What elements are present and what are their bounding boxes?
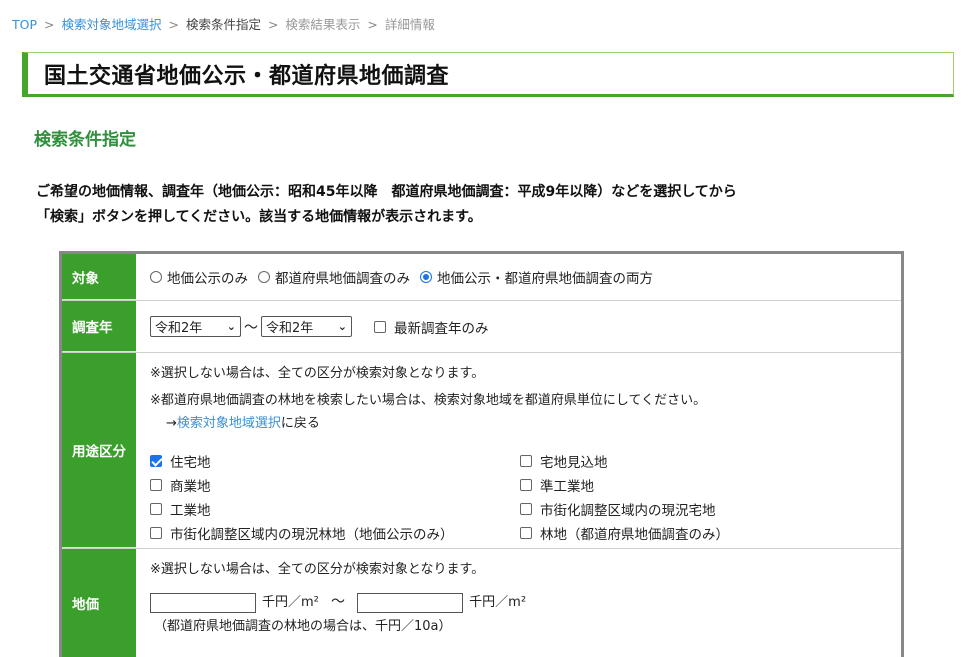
page-title-box: 国土交通省地価公示・都道府県地価調査 <box>22 52 954 97</box>
checkbox-label: 住宅地 <box>170 455 211 471</box>
price-unit: 千円／m² <box>262 595 319 610</box>
use-checkbox-adjustment-forest[interactable]: 市街化調整区域内の現況林地（地価公示のみ） <box>150 523 520 543</box>
use-checkbox-commercial[interactable]: 商業地 <box>150 475 520 495</box>
use-controls: ※選択しない場合は、全ての区分が検索対象となります。 ※都道府県地価調査の林地を… <box>136 353 901 548</box>
breadcrumb-results: 検索結果表示 <box>285 17 361 32</box>
back-to-area-line: →検索対象地域選択に戻る <box>150 412 901 431</box>
year-controls: 令和2年 ⌄ 〜 令和2年 ⌄ 最新調査年のみ <box>136 301 901 352</box>
target-label: 対象 <box>62 254 136 300</box>
use-options-grid: 住宅地 宅地見込地 商業地 準工業地 工業地 市街化調整区域内の現況宅地 市街化… <box>150 451 901 543</box>
target-radio-koji[interactable]: 地価公示のみ <box>150 267 248 287</box>
back-to-area-link[interactable]: 検索対象地域選択 <box>177 416 281 431</box>
breadcrumb-current: 検索条件指定 <box>185 17 261 32</box>
radio-selected-icon <box>420 271 432 283</box>
use-note-1: ※選択しない場合は、全ての区分が検索対象となります。 <box>150 366 485 381</box>
intro-text: ご希望の地価情報、調査年（地価公示：昭和45年以降 都道府県地価調査：平成9年以… <box>36 180 737 230</box>
target-options: 地価公示のみ 都道府県地価調査のみ 地価公示・都道府県地価調査の両方 <box>136 254 901 300</box>
page-title: 国土交通省地価公示・都道府県地価調査 <box>44 63 450 89</box>
checkbox-icon <box>520 479 532 491</box>
breadcrumb-top-link[interactable]: TOP <box>12 17 37 32</box>
use-checkbox-industrial[interactable]: 工業地 <box>150 499 520 519</box>
year-from-value: 令和2年 <box>155 321 203 336</box>
radio-icon <box>258 271 270 283</box>
use-note-2: ※都道府県地価調査の林地を検索したい場合は、検索対象地域を都道府県単位にしてくだ… <box>150 393 707 408</box>
use-label: 用途区分 <box>62 353 136 548</box>
use-row: 用途区分 ※選択しない場合は、全ての区分が検索対象となります。 ※都道府県地価調… <box>62 353 901 549</box>
chevron-down-icon: ⌄ <box>337 320 347 333</box>
year-from-select[interactable]: 令和2年 ⌄ <box>150 316 241 337</box>
checkbox-icon <box>150 479 162 491</box>
checkbox-label: 市街化調整区域内の現況林地（地価公示のみ） <box>170 527 454 543</box>
use-checkbox-forest[interactable]: 林地（都道府県地価調査のみ） <box>520 523 820 543</box>
target-radio-both[interactable]: 地価公示・都道府県地価調査の両方 <box>420 267 653 287</box>
price-range-tilde: 〜 <box>331 594 346 610</box>
search-form-table: 対象 地価公示のみ 都道府県地価調査のみ 地価公示・都道府県地価調査の両方 調査… <box>59 251 904 657</box>
checkbox-label: 最新調査年のみ <box>394 320 489 337</box>
price-row: 地価 ※選択しない場合は、全ての区分が検索対象となります。 千円／m² 〜 千円… <box>62 549 901 657</box>
use-checkbox-adjustment-residential[interactable]: 市街化調整区域内の現況宅地 <box>520 499 820 519</box>
checkbox-label: 林地（都道府県地価調査のみ） <box>540 527 729 543</box>
price-controls: ※選択しない場合は、全ての区分が検索対象となります。 千円／m² 〜 千円／m²… <box>136 549 901 657</box>
year-range-tilde: 〜 <box>244 319 258 336</box>
arrow-right-icon: → <box>166 416 177 431</box>
year-row: 調査年 令和2年 ⌄ 〜 令和2年 ⌄ 最新調査年のみ <box>62 301 901 353</box>
price-forest-note: （都道府県地価調査の林地の場合は、千円／10a） <box>154 618 452 634</box>
price-note: ※選択しない場合は、全ての区分が検索対象となります。 <box>150 562 485 577</box>
checkbox-icon <box>150 503 162 515</box>
checkbox-checked-icon <box>150 455 162 467</box>
checkbox-label: 宅地見込地 <box>540 455 608 471</box>
radio-label: 地価公示のみ <box>167 271 248 287</box>
breadcrumb-separator: > <box>168 17 179 32</box>
radio-label: 地価公示・都道府県地価調査の両方 <box>437 271 653 287</box>
price-to-input[interactable] <box>357 592 464 613</box>
chevron-down-icon: ⌄ <box>226 320 236 333</box>
year-to-value: 令和2年 <box>266 321 314 336</box>
price-label: 地価 <box>62 549 136 657</box>
target-radio-chosa[interactable]: 都道府県地価調査のみ <box>258 267 410 287</box>
breadcrumb-separator: > <box>267 17 279 32</box>
breadcrumb-separator: > <box>367 17 378 32</box>
radio-icon <box>150 271 162 283</box>
checkbox-label: 市街化調整区域内の現況宅地 <box>540 503 716 519</box>
price-from-input[interactable] <box>150 592 256 613</box>
breadcrumb: TOP > 検索対象地域選択 > 検索条件指定 > 検索結果表示 > 詳細情報 <box>12 14 435 33</box>
year-to-select[interactable]: 令和2年 ⌄ <box>261 316 352 337</box>
breadcrumb-area-link[interactable]: 検索対象地域選択 <box>61 17 161 32</box>
breadcrumb-separator: > <box>44 17 55 32</box>
radio-label: 都道府県地価調査のみ <box>275 271 410 287</box>
checkbox-icon <box>150 527 162 539</box>
year-label: 調査年 <box>62 301 136 352</box>
checkbox-icon <box>520 455 532 467</box>
intro-line-2: 「検索」ボタンを押してください。該当する地価情報が表示されます。 <box>36 209 482 225</box>
back-suffix: に戻る <box>280 416 320 431</box>
use-checkbox-prospective[interactable]: 宅地見込地 <box>520 451 820 471</box>
checkbox-label: 商業地 <box>170 479 211 495</box>
use-checkbox-residential[interactable]: 住宅地 <box>150 451 520 471</box>
latest-year-checkbox[interactable]: 最新調査年のみ <box>374 317 489 337</box>
checkbox-label: 工業地 <box>170 503 211 519</box>
checkbox-icon <box>520 503 532 515</box>
price-unit: 千円／m² <box>469 595 527 610</box>
intro-line-1: ご希望の地価情報、調査年（地価公示：昭和45年以降 都道府県地価調査：平成9年以… <box>36 184 737 200</box>
price-range: 千円／m² 〜 千円／m² <box>150 591 901 613</box>
breadcrumb-detail: 詳細情報 <box>384 17 435 32</box>
checkbox-label: 準工業地 <box>540 479 594 495</box>
use-checkbox-semi-industrial[interactable]: 準工業地 <box>520 475 820 495</box>
checkbox-icon <box>520 527 532 539</box>
target-row: 対象 地価公示のみ 都道府県地価調査のみ 地価公示・都道府県地価調査の両方 <box>62 254 901 301</box>
section-title: 検索条件指定 <box>34 130 136 150</box>
checkbox-icon <box>374 320 386 333</box>
